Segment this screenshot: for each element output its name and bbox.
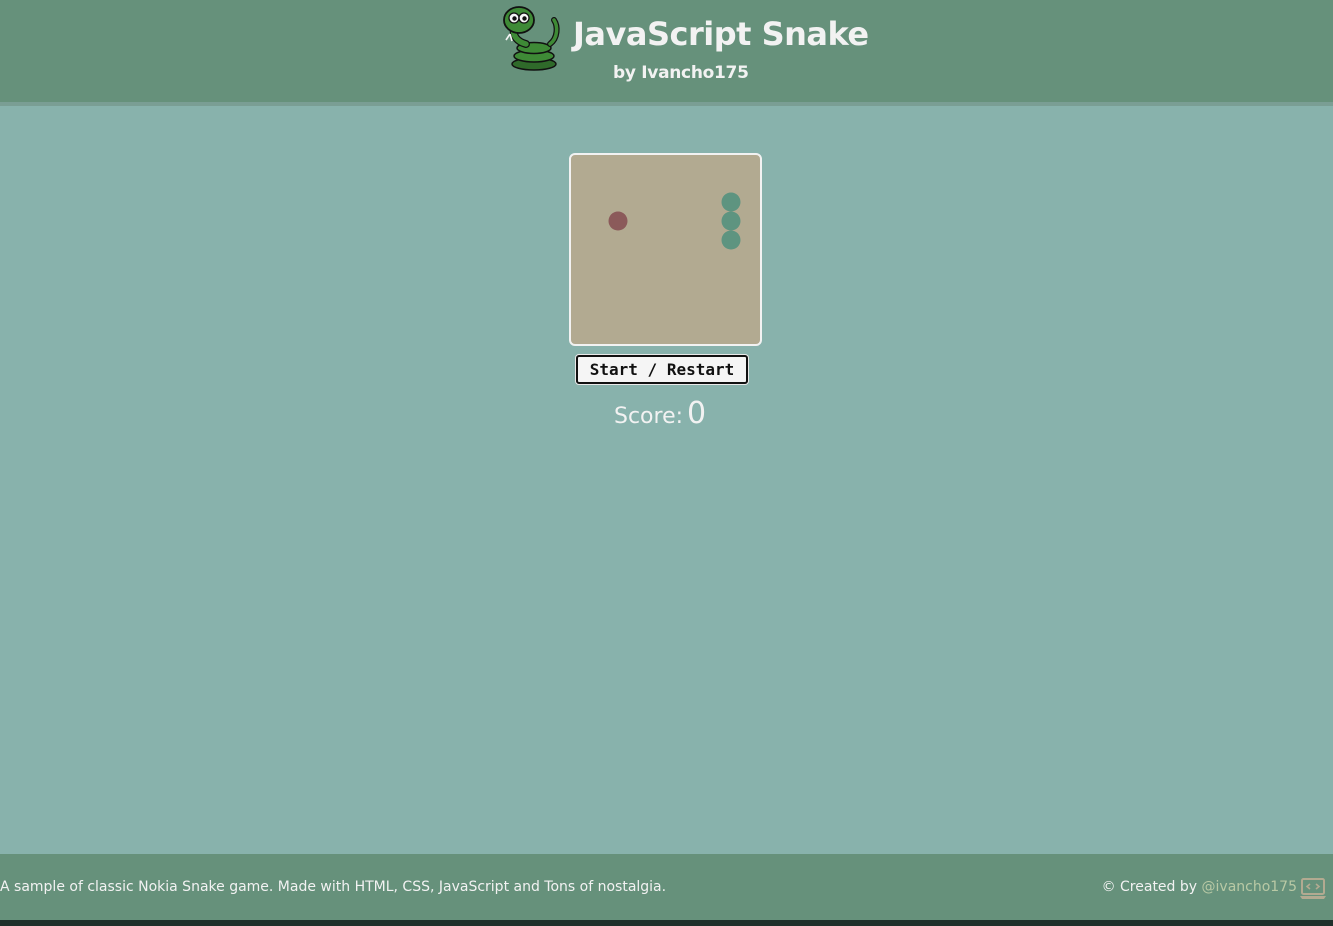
game-canvas: [608, 192, 741, 250]
start-restart-button[interactable]: Start / Restart: [576, 355, 748, 384]
score-value: 0: [687, 396, 707, 431]
credit-prefix: © Created by: [1101, 879, 1202, 895]
footer-description: A sample of classic Nokia Snake game. Ma…: [0, 879, 667, 895]
page-subtitle: by Ivancho175: [613, 63, 749, 83]
page-title: JavaScript Snake: [573, 15, 869, 53]
laptop-code-icon[interactable]: [1299, 877, 1327, 901]
header: JavaScript Snake by Ivancho175: [0, 0, 1333, 106]
score-display: Score: 0: [614, 396, 706, 431]
snake-logo-icon: [503, 6, 560, 71]
footer-bottom-bar: [0, 920, 1333, 926]
game-board[interactable]: [569, 153, 762, 346]
food: [608, 211, 628, 231]
footer: A sample of classic Nokia Snake game. Ma…: [0, 854, 1333, 920]
snake-segment: [721, 192, 741, 212]
snake-segment: [721, 211, 741, 231]
author-link[interactable]: @ivancho175: [1202, 879, 1297, 895]
score-label: Score:: [614, 404, 684, 429]
footer-credit: © Created by @ivancho175: [1102, 879, 1297, 895]
snake-segment: [721, 230, 741, 250]
